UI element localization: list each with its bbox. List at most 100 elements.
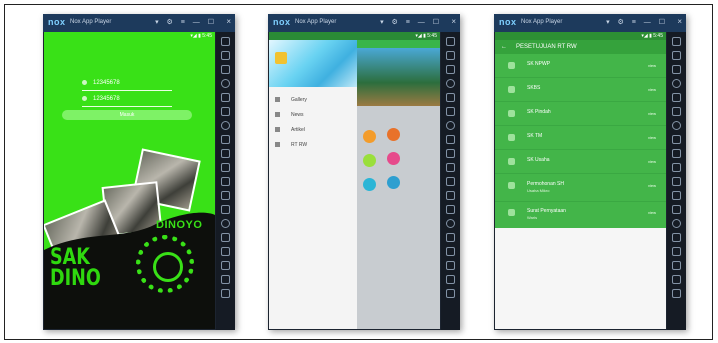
username-field[interactable]: 12345678 — [82, 80, 172, 91]
sidebar-tool-icon[interactable] — [672, 93, 681, 102]
sidebar-tool-icon[interactable] — [446, 289, 455, 298]
sidebar-tool-icon[interactable] — [672, 247, 681, 256]
menu-circle-icon[interactable] — [363, 178, 376, 191]
window-controls[interactable]: ▾ ⚙ ≡ — ☐ — [155, 18, 217, 26]
sidebar-tool-icon[interactable] — [446, 177, 455, 186]
back-arrow-icon[interactable]: ← — [501, 44, 507, 50]
drawer-item[interactable]: Artikel — [275, 127, 305, 133]
sidebar-tool-icon[interactable] — [672, 135, 681, 144]
sidebar-tool-icon[interactable] — [221, 37, 230, 46]
sidebar-tool-icon[interactable] — [446, 233, 455, 242]
sidebar-tool-icon[interactable] — [446, 135, 455, 144]
sidebar-tool-icon[interactable] — [221, 79, 230, 88]
sidebar-tool-icon[interactable] — [446, 107, 455, 116]
close-icon[interactable]: × — [226, 17, 231, 26]
sidebar-tool-icon[interactable] — [221, 177, 230, 186]
sidebar-tool-icon[interactable] — [446, 205, 455, 214]
sidebar-tool-icon[interactable] — [446, 191, 455, 200]
sidebar-tool-icon[interactable] — [221, 107, 230, 116]
window-controls[interactable]: ▾ ⚙ ≡ — ☐ — [380, 18, 442, 26]
password-field[interactable]: 12345678 — [82, 96, 172, 107]
sidebar-tool-icon[interactable] — [672, 219, 681, 228]
sidebar-tool-icon[interactable] — [446, 65, 455, 74]
list-item[interactable]: SKBS view — [495, 79, 666, 102]
menu-circle-icon[interactable] — [387, 128, 400, 141]
sidebar-tool-icon[interactable] — [672, 275, 681, 284]
emulator-title: Nox App Player — [521, 19, 563, 25]
sidebar-tool-icon[interactable] — [221, 51, 230, 60]
sidebar-tool-icon[interactable] — [221, 121, 230, 130]
list-item-title: SKBS — [527, 85, 541, 91]
list-item-title: SK TM — [527, 133, 543, 139]
list-item-action[interactable]: view — [648, 183, 656, 188]
sidebar-tool-icon[interactable] — [672, 149, 681, 158]
sidebar-tool-icon[interactable] — [672, 65, 681, 74]
close-icon[interactable]: × — [677, 17, 682, 26]
menu-circle-icon[interactable] — [387, 176, 400, 189]
sidebar-tool-icon[interactable] — [672, 261, 681, 270]
list-item-action[interactable]: view — [648, 87, 656, 92]
sidebar-tool-icon[interactable] — [672, 289, 681, 298]
list-item-action[interactable]: view — [648, 63, 656, 68]
sidebar-tool-icon[interactable] — [672, 107, 681, 116]
sidebar-tool-icon[interactable] — [672, 177, 681, 186]
sidebar-tool-icon[interactable] — [446, 275, 455, 284]
sidebar-tool-icon[interactable] — [446, 247, 455, 256]
sidebar-tool-icon[interactable] — [221, 135, 230, 144]
sidebar-tool-icon[interactable] — [221, 275, 230, 284]
sidebar-tool-icon[interactable] — [221, 205, 230, 214]
sidebar-tool-icon[interactable] — [446, 93, 455, 102]
sidebar-tool-icon[interactable] — [221, 191, 230, 200]
sidebar-tool-icon[interactable] — [446, 37, 455, 46]
list-item-action[interactable]: view — [648, 135, 656, 140]
close-icon[interactable]: × — [451, 17, 456, 26]
sidebar-tool-icon[interactable] — [446, 219, 455, 228]
sidebar-tool-icon[interactable] — [446, 51, 455, 60]
list-item[interactable]: SK TM view — [495, 127, 666, 150]
sidebar-tool-icon[interactable] — [446, 261, 455, 270]
sidebar-tool-icon[interactable] — [221, 233, 230, 242]
menu-circle-icon[interactable] — [387, 152, 400, 165]
sidebar-tool-icon[interactable] — [221, 219, 230, 228]
sidebar-tool-icon[interactable] — [221, 163, 230, 172]
sidebar-tool-icon[interactable] — [446, 149, 455, 158]
list-item-action[interactable]: view — [648, 210, 656, 215]
list-item-action[interactable]: view — [648, 159, 656, 164]
document-icon — [508, 62, 515, 69]
sidebar-tool-icon[interactable] — [672, 121, 681, 130]
sidebar-tool-icon[interactable] — [672, 205, 681, 214]
drawer-item[interactable]: RT RW — [275, 142, 307, 148]
sidebar-tool-icon[interactable] — [672, 37, 681, 46]
sidebar-tool-icon[interactable] — [446, 121, 455, 130]
sidebar-tool-icon[interactable] — [672, 191, 681, 200]
menu-circle-icon[interactable] — [363, 130, 376, 143]
list-item-action[interactable]: view — [648, 111, 656, 116]
list-item[interactable]: Permohonan SH Usaha Mikro view — [495, 175, 666, 202]
sidebar-tool-icon[interactable] — [672, 51, 681, 60]
sidebar-tool-icon[interactable] — [221, 247, 230, 256]
menu-circle-icon[interactable] — [363, 154, 376, 167]
sidebar-tool-icon[interactable] — [221, 93, 230, 102]
sidebar-tool-icon[interactable] — [672, 233, 681, 242]
drawer-item[interactable]: Gallery — [275, 97, 307, 103]
sidebar-tool-icon[interactable] — [221, 65, 230, 74]
list-item[interactable]: SK Usaha view — [495, 151, 666, 174]
emulator-window-login: nox Nox App Player ▾ ⚙ ≡ — ☐ × ▾◢ ▮ 5:45… — [43, 14, 235, 330]
sidebar-tool-icon[interactable] — [221, 149, 230, 158]
list-item-title: Permohonan SH — [527, 181, 564, 187]
sidebar-tool-icon[interactable] — [672, 79, 681, 88]
sidebar-tool-icon[interactable] — [446, 79, 455, 88]
sidebar-tool-icon[interactable] — [446, 163, 455, 172]
list-item[interactable]: Surat Pernyataan Waris view — [495, 202, 666, 229]
list-item[interactable]: SK NPWP view — [495, 55, 666, 78]
sidebar-tool-icon[interactable] — [221, 289, 230, 298]
sidebar-tool-icon[interactable] — [672, 163, 681, 172]
emblem-title: DINOYO — [156, 219, 203, 231]
empty-area — [495, 228, 666, 329]
window-controls[interactable]: ▾ ⚙ ≡ — ☐ — [606, 18, 668, 26]
drawer-item[interactable]: News — [275, 112, 304, 118]
navigation-drawer: Gallery News Artikel RT RW — [269, 87, 357, 329]
list-item[interactable]: SK Pindah view — [495, 103, 666, 126]
login-button[interactable]: Masuk — [62, 110, 192, 120]
sidebar-tool-icon[interactable] — [221, 261, 230, 270]
